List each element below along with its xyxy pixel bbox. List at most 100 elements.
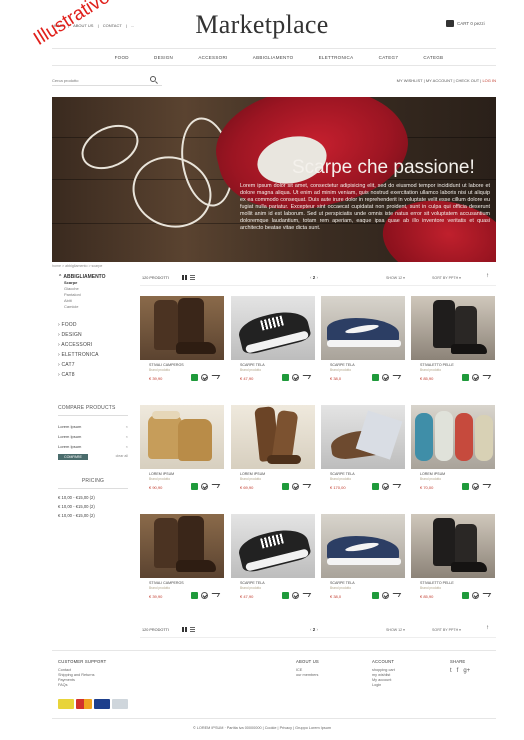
sidebar-category-item[interactable]: › ELETTRONICA — [58, 350, 128, 360]
product-image[interactable] — [231, 514, 315, 578]
category-menu-item[interactable]: FOOD — [115, 55, 129, 60]
sidebar-category-item[interactable]: › CAT7 — [58, 360, 128, 370]
product-card[interactable]: STIVALI CAMPEROS Brand prodotto € 39,90 — [140, 514, 224, 624]
hero-banner[interactable]: Scarpe che passione! Lorem ipsum dolor s… — [52, 97, 496, 262]
clear-compare-link[interactable]: clear all — [116, 454, 128, 458]
facebook-icon[interactable]: f — [457, 668, 459, 674]
category-menu-item[interactable]: ACCESSORI — [198, 55, 227, 60]
category-menu-item[interactable]: ELETTRONICA — [319, 55, 354, 60]
show-per-page-select[interactable]: SHOW 12 ▾ — [386, 628, 405, 632]
compare-item-label[interactable]: Lorem Ipsum — [58, 422, 81, 432]
compare-check-icon[interactable] — [292, 374, 299, 381]
show-per-page-select[interactable]: SHOW 12 ▾ — [386, 276, 405, 280]
checkout-link[interactable]: CHECK OUT — [456, 78, 479, 83]
product-image[interactable] — [411, 405, 495, 469]
list-view-icon[interactable] — [190, 627, 195, 632]
google-plus-icon[interactable]: g+ — [463, 668, 470, 674]
product-card[interactable]: SCARPE TELA Brand prodotto € 38,0 — [321, 296, 405, 406]
product-card[interactable]: SCARPE TELA Brand prodotto € 170,00 — [321, 405, 405, 515]
product-card[interactable]: SCARPE TELA Brand prodotto € 38,0 — [321, 514, 405, 624]
product-card[interactable]: STIVALETTO PELLE Brand prodotto € 85,90 — [411, 514, 495, 624]
category-menu-item[interactable]: CATEG7 — [379, 55, 398, 60]
compare-check-icon[interactable] — [382, 374, 389, 381]
sort-direction-icon[interactable]: ↑ — [486, 273, 489, 279]
search-input[interactable] — [52, 76, 162, 86]
category-menu-item[interactable]: ABBIGLIAMENTO — [253, 55, 294, 60]
sort-by-select[interactable]: SORT BY PPTH ▾ — [432, 628, 461, 632]
add-to-cart-icon[interactable] — [191, 374, 198, 381]
share-icon[interactable] — [300, 484, 312, 488]
compare-item-label[interactable]: Lorem Ipsum — [58, 432, 81, 442]
share-icon[interactable] — [390, 593, 402, 597]
product-image[interactable] — [140, 514, 224, 578]
share-icon[interactable] — [390, 375, 402, 379]
add-to-cart-icon[interactable] — [191, 483, 198, 490]
product-name[interactable]: LOREM IPSUM — [149, 472, 174, 476]
compare-button[interactable]: COMPARE — [58, 454, 88, 460]
search-icon[interactable] — [150, 76, 156, 82]
prev-page-button[interactable]: ‹ — [310, 275, 312, 280]
product-name[interactable]: SCARPE TELA — [240, 363, 265, 367]
product-name[interactable]: STIVALETTO PELLE — [420, 581, 454, 585]
category-menu-item[interactable]: CATEGB — [423, 55, 443, 60]
add-to-cart-icon[interactable] — [462, 374, 469, 381]
product-name[interactable]: SCARPE TELA — [330, 581, 355, 585]
share-icon[interactable] — [209, 484, 221, 488]
product-card[interactable]: SCARPE TELA Brand prodotto € 47,90 — [231, 296, 315, 406]
product-card[interactable]: STIVALETTO PELLE Brand prodotto € 85,90 — [411, 296, 495, 406]
grid-view-icon[interactable] — [182, 627, 187, 632]
share-icon[interactable] — [390, 484, 402, 488]
compare-check-icon[interactable] — [201, 374, 208, 381]
breadcrumb[interactable]: home > abbigliamento > scarpe — [52, 264, 102, 268]
footer-link[interactable]: FAQs — [58, 683, 106, 688]
compare-check-icon[interactable] — [292, 592, 299, 599]
add-to-cart-icon[interactable] — [372, 483, 379, 490]
price-range-option[interactable]: € 10,00 - €15,00 (2) — [58, 493, 128, 502]
sidebar-category-item[interactable]: › FOOD — [58, 320, 128, 330]
compare-check-icon[interactable] — [201, 592, 208, 599]
product-name[interactable]: LOREM IPSUM — [240, 472, 265, 476]
product-name[interactable]: STIVALI CAMPEROS — [149, 363, 184, 367]
add-to-cart-icon[interactable] — [462, 483, 469, 490]
share-icon[interactable] — [300, 375, 312, 379]
category-menu-item[interactable]: DESIGN — [154, 55, 173, 60]
current-page[interactable]: 2 — [313, 627, 316, 632]
add-to-cart-icon[interactable] — [282, 483, 289, 490]
add-to-cart-icon[interactable] — [282, 592, 289, 599]
add-to-cart-icon[interactable] — [191, 592, 198, 599]
product-image[interactable] — [231, 296, 315, 360]
product-image[interactable] — [321, 405, 405, 469]
compare-check-icon[interactable] — [201, 483, 208, 490]
compare-check-icon[interactable] — [382, 592, 389, 599]
my-account-link[interactable]: MY ACCOUNT — [426, 78, 453, 83]
product-card[interactable]: LOREM IPSUM Brand prodotto € 70,00 — [411, 405, 495, 515]
next-page-button[interactable]: › — [317, 275, 319, 280]
compare-check-icon[interactable] — [292, 483, 299, 490]
product-name[interactable]: STIVALI CAMPEROS — [149, 581, 184, 585]
remove-icon[interactable]: × — [126, 422, 128, 432]
compare-check-icon[interactable] — [472, 592, 479, 599]
product-card[interactable]: LOREM IPSUM Brand prodotto € 69,90 — [231, 405, 315, 515]
product-name[interactable]: SCARPE TELA — [240, 581, 265, 585]
prev-page-button[interactable]: ‹ — [310, 627, 312, 632]
twitter-icon[interactable]: t — [450, 668, 452, 674]
grid-view-icon[interactable] — [182, 275, 187, 280]
share-icon[interactable] — [480, 484, 492, 488]
share-icon[interactable] — [480, 375, 492, 379]
product-image[interactable] — [321, 296, 405, 360]
compare-item-label[interactable]: Lorem Ipsum — [58, 442, 81, 452]
remove-icon[interactable]: × — [126, 442, 128, 452]
compare-check-icon[interactable] — [472, 374, 479, 381]
current-page[interactable]: 2 — [313, 275, 316, 280]
price-range-option[interactable]: € 10,00 - €15,00 (2) — [58, 511, 128, 520]
add-to-cart-icon[interactable] — [462, 592, 469, 599]
share-icon[interactable] — [209, 593, 221, 597]
add-to-cart-icon[interactable] — [282, 374, 289, 381]
login-link[interactable]: LOG IN — [482, 78, 496, 83]
product-card[interactable]: STIVALI CAMPEROS Brand prodotto € 39,90 — [140, 296, 224, 406]
share-icon[interactable] — [300, 593, 312, 597]
product-image[interactable] — [411, 296, 495, 360]
sidebar-category-item[interactable]: › DESIGN — [58, 330, 128, 340]
product-image[interactable] — [321, 514, 405, 578]
share-icon[interactable] — [480, 593, 492, 597]
